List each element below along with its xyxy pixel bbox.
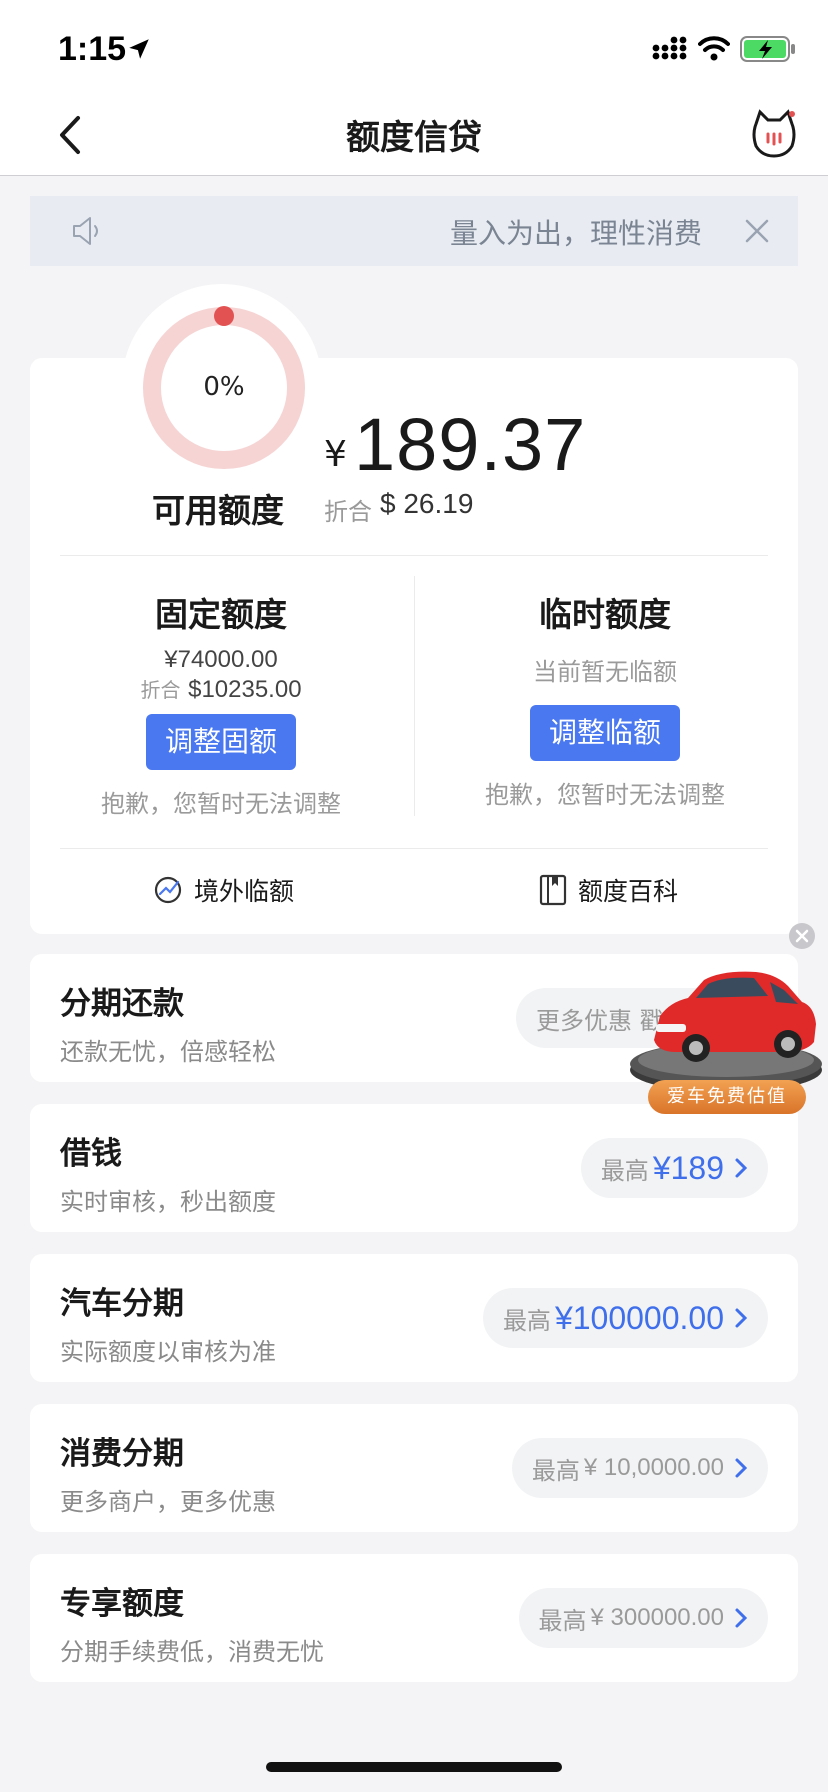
service-card-car-installment[interactable]: 汽车分期 实际额度以审核为准 最高 ¥100000.00: [30, 1254, 798, 1382]
chevron-right-icon: [735, 1158, 748, 1178]
page-title: 额度信贷: [346, 118, 482, 158]
notice-text: 量入为出，理性消费: [449, 217, 702, 250]
wifi-icon: [698, 36, 730, 61]
service-pill[interactable]: 最高 ¥ 300000.00: [518, 1588, 768, 1648]
chevron-right-icon: [735, 1608, 748, 1628]
divider: [60, 555, 768, 556]
overseas-credit-link[interactable]: 境外临额: [152, 870, 294, 910]
robot-icon[interactable]: [750, 108, 798, 158]
service-pill[interactable]: 最高 ¥100000.00: [482, 1288, 768, 1348]
battery-charging-icon: [740, 36, 795, 62]
service-pill-amount: ¥189: [652, 1149, 724, 1186]
usage-percent: 0%: [203, 372, 245, 402]
close-icon[interactable]: [742, 216, 772, 246]
credit-wiki-link[interactable]: 额度百科: [538, 870, 678, 910]
service-card-consumer-installment[interactable]: 消费分期 更多商户，更多优惠 最高 ¥ 10,0000.00: [30, 1404, 798, 1532]
conversion-value: $ 26.19: [380, 488, 474, 519]
fixed-credit-note: 抱歉，您暂时无法调整: [101, 790, 341, 818]
overseas-icon: [154, 876, 182, 904]
chevron-right-icon: [735, 1308, 748, 1328]
service-subtitle: 还款无忧，倍感轻松: [60, 1038, 276, 1066]
service-title: 分期还款: [60, 986, 184, 1022]
ad-close-icon[interactable]: [788, 922, 816, 950]
status-bar: 1:15: [0, 0, 828, 96]
service-pill-amount: ¥100000.00: [554, 1299, 724, 1336]
chevron-right-icon: [735, 1458, 748, 1478]
notice-banner: 量入为出，理性消费: [30, 196, 798, 266]
service-title: 汽车分期: [60, 1286, 184, 1322]
service-subtitle: 实时审核，秒出额度: [60, 1188, 276, 1216]
service-pill-prefix: 最高: [531, 1456, 580, 1485]
available-label: 可用额度: [152, 491, 284, 530]
overseas-credit-label: 境外临额: [194, 877, 295, 906]
fixed-conversion-value: $10235.00: [188, 676, 302, 703]
conversion-label: 折合: [324, 498, 372, 526]
service-title: 专享额度: [60, 1586, 184, 1622]
fixed-conversion-label: 折合: [140, 678, 181, 702]
fixed-credit-title: 固定额度: [155, 595, 287, 634]
credit-wiki-label: 额度百科: [578, 877, 679, 906]
available-amount: 189.37: [354, 403, 587, 486]
home-indicator: [266, 1762, 562, 1772]
service-card-exclusive-credit[interactable]: 专享额度 分期手续费低，消费无忧 最高 ¥ 300000.00: [30, 1554, 798, 1682]
temp-credit-title: 临时额度: [539, 595, 671, 634]
speaker-icon: [73, 217, 98, 245]
signal-icon: [652, 36, 687, 60]
adjust-fixed-button[interactable]: 调整固额: [146, 714, 296, 770]
service-pill[interactable]: 最高 ¥ 10,0000.00: [511, 1438, 768, 1498]
temp-credit-status: 当前暂无临额: [533, 658, 677, 686]
service-pill-prefix: 最高: [600, 1156, 649, 1185]
service-pill-prefix: 最高: [538, 1606, 587, 1635]
gauge-dot: [214, 306, 234, 326]
nav-bar: 额度信贷: [0, 96, 828, 176]
temp-credit-note: 抱歉，您暂时无法调整: [485, 781, 725, 809]
fixed-credit-section: 固定额度 ¥74000.00 折合 $10235.00 调整固额 抱歉，您暂时无…: [56, 588, 386, 819]
service-subtitle: 实际额度以审核为准: [60, 1338, 276, 1366]
currency-symbol: ¥: [324, 434, 347, 475]
service-title: 借钱: [60, 1136, 122, 1172]
service-pill[interactable]: 最高 ¥189: [580, 1138, 768, 1198]
status-time: 1:15: [58, 30, 127, 68]
location-arrow-icon: [129, 39, 149, 59]
adjust-temp-button[interactable]: 调整临额: [530, 705, 680, 761]
fixed-credit-conversion: 折合 $10235.00: [56, 674, 386, 704]
service-card-borrow[interactable]: 借钱 实时审核，秒出额度 最高 ¥189: [30, 1104, 798, 1232]
service-subtitle: 更多商户，更多优惠: [60, 1488, 276, 1516]
service-pill-amount: ¥ 300000.00: [590, 1604, 724, 1631]
service-pill-amount: ¥ 10,0000.00: [583, 1454, 724, 1481]
divider: [414, 576, 415, 816]
fixed-credit-amount: ¥74000.00: [164, 646, 278, 673]
book-icon: [539, 874, 567, 906]
service-title: 消费分期: [60, 1436, 184, 1472]
divider: [60, 848, 768, 849]
car-ad-label[interactable]: 爱车免费估值: [648, 1080, 806, 1114]
service-pill-prefix: 最高: [502, 1306, 551, 1335]
temp-credit-section: 临时额度 当前暂无临额 调整临额 抱歉，您暂时无法调整: [440, 588, 770, 810]
service-subtitle: 分期手续费低，消费无忧: [60, 1638, 324, 1666]
